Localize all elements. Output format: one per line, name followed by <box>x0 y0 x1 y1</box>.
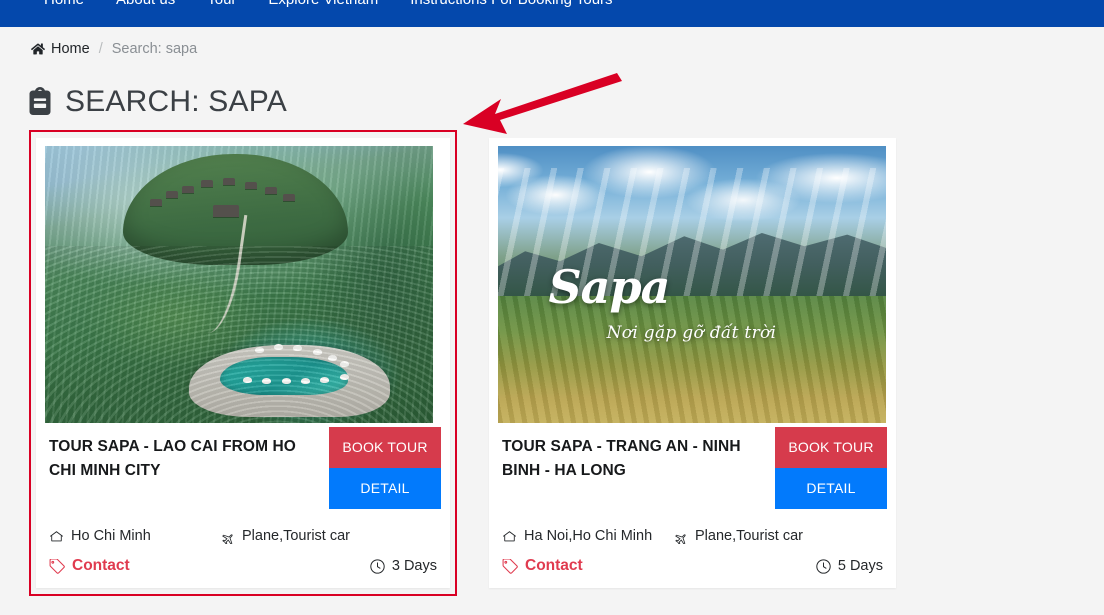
pool-umbrellas <box>200 340 394 406</box>
sapa-poster-photo: Sapa Nơi gặp gỡ đất trời <box>498 146 886 423</box>
tour-meta: Ha Noi,Ho Chi Minh Plane,Tourist car Con… <box>502 521 883 581</box>
price-info[interactable]: Contact <box>502 557 583 575</box>
page-title: SEARCH: SAPA <box>28 86 287 118</box>
image-overlay-title: Sapa <box>548 260 670 315</box>
tour-card-body: TOUR SAPA - TRANG AN - NINH BINH - HA LO… <box>498 427 887 580</box>
terraced-field-photo <box>45 146 433 423</box>
tag-icon <box>49 558 65 574</box>
home-icon <box>31 42 45 56</box>
home-outline-icon <box>502 529 517 544</box>
tour-meta-row-top: Ha Noi,Ho Chi Minh Plane,Tourist car <box>502 521 883 551</box>
annotation-arrow <box>455 62 635 142</box>
home-outline-icon <box>49 529 64 544</box>
image-overlay-subtitle: Nơi gặp gỡ đất trời <box>606 323 777 344</box>
duration-info: 5 Days <box>816 558 883 574</box>
tour-card[interactable]: TOUR SAPA - LAO CAI FROM HO CHI MINH CIT… <box>36 138 450 588</box>
detail-button[interactable]: DETAIL <box>329 468 441 509</box>
page-title-text: SEARCH: SAPA <box>65 85 287 118</box>
transport-label: Plane,Tourist car <box>695 528 803 544</box>
nav-menu: Home About us Tour Explore Vietnam Instr… <box>0 0 1104 15</box>
nav-item-instructions-for-booking-tours[interactable]: Instructions For Booking Tours <box>410 0 612 12</box>
breadcrumb-home-label: Home <box>51 41 90 57</box>
duration-label: 3 Days <box>391 558 437 574</box>
tour-meta-row-bottom: Contact 5 Days <box>502 551 883 581</box>
rice-fields <box>498 295 886 423</box>
tour-card-body: TOUR SAPA - LAO CAI FROM HO CHI MINH CIT… <box>45 427 441 580</box>
departure-label: Ho Chi Minh <box>71 528 151 544</box>
nav-item-home[interactable]: Home <box>44 0 84 12</box>
price-label: Contact <box>525 557 583 574</box>
duration-label: 5 Days <box>837 558 883 574</box>
price-label: Contact <box>72 557 130 574</box>
tour-card-image[interactable] <box>45 146 433 423</box>
clock-icon <box>370 558 385 574</box>
nav-item-about-us[interactable]: About us <box>116 0 175 12</box>
backpack-icon <box>28 87 54 117</box>
tour-card-header: TOUR SAPA - TRANG AN - NINH BINH - HA LO… <box>498 427 887 509</box>
book-tour-button[interactable]: BOOK TOUR <box>775 427 887 468</box>
breadcrumb-current: Search: sapa <box>111 41 198 57</box>
tour-meta-row-top: Ho Chi Minh Plane,Tourist car <box>49 521 437 551</box>
price-info[interactable]: Contact <box>49 557 130 575</box>
tour-meta-row-bottom: Contact 3 Days <box>49 551 437 581</box>
nav-item-tour[interactable]: Tour <box>207 0 236 12</box>
plane-icon <box>672 529 688 544</box>
nav-item-explore-vietnam[interactable]: Explore Vietnam <box>268 0 378 12</box>
departure-info: Ha Noi,Ho Chi Minh <box>502 528 672 544</box>
clock-icon <box>816 558 831 574</box>
tag-icon <box>502 558 518 574</box>
breadcrumb-separator: / <box>98 41 103 57</box>
tour-meta: Ho Chi Minh Plane,Tourist car Contact 3 … <box>49 521 437 581</box>
main-navbar: Home About us Tour Explore Vietnam Instr… <box>0 0 1104 27</box>
infinity-pool <box>219 356 348 396</box>
departure-info: Ho Chi Minh <box>49 528 219 544</box>
tour-card-actions: BOOK TOUR DETAIL <box>329 427 441 509</box>
tour-card[interactable]: Sapa Nơi gặp gỡ đất trời TOUR SAPA - TRA… <box>489 138 896 588</box>
detail-button[interactable]: DETAIL <box>775 468 887 509</box>
transport-label: Plane,Tourist car <box>242 528 350 544</box>
breadcrumb: Home / Search: sapa <box>31 38 197 60</box>
tour-title[interactable]: TOUR SAPA - LAO CAI FROM HO CHI MINH CIT… <box>45 427 325 483</box>
tour-card-actions: BOOK TOUR DETAIL <box>775 427 887 509</box>
tour-card-image[interactable]: Sapa Nơi gặp gỡ đất trời <box>498 146 886 423</box>
book-tour-button[interactable]: BOOK TOUR <box>329 427 441 468</box>
plane-icon <box>219 529 235 544</box>
pool-deck <box>188 345 391 418</box>
breadcrumb-home-link[interactable]: Home <box>31 41 90 57</box>
tour-title[interactable]: TOUR SAPA - TRANG AN - NINH BINH - HA LO… <box>498 427 770 483</box>
departure-label: Ha Noi,Ho Chi Minh <box>524 528 653 544</box>
transport-info: Plane,Tourist car <box>219 528 350 544</box>
tour-card-header: TOUR SAPA - LAO CAI FROM HO CHI MINH CIT… <box>45 427 441 509</box>
duration-info: 3 Days <box>370 558 437 574</box>
transport-info: Plane,Tourist car <box>672 528 803 544</box>
